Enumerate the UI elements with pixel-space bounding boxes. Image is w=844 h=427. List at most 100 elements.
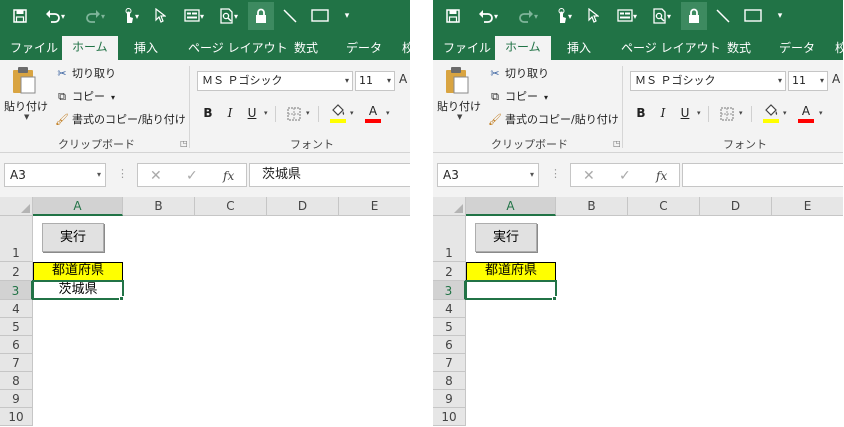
formula-bar-resize-handle[interactable]: ⋮ [550, 167, 561, 180]
copy-dropdown-icon[interactable]: ▾ [544, 93, 548, 102]
borders-button[interactable] [287, 106, 301, 125]
tab-insert[interactable]: 挿入 [134, 38, 158, 60]
insert-function-icon[interactable]: fx [656, 166, 667, 186]
line-icon[interactable] [280, 5, 300, 27]
select-all-button[interactable] [433, 197, 466, 216]
row-header-4[interactable]: 4 [0, 300, 33, 318]
row-header-6[interactable]: 6 [0, 336, 33, 354]
font-color-button[interactable]: A [365, 101, 381, 121]
cell-a3[interactable] [465, 280, 557, 300]
customize-icon[interactable]: ▾ [340, 5, 354, 27]
column-header-a[interactable]: A [33, 197, 123, 216]
row-header-5[interactable]: 5 [0, 318, 33, 336]
paste-dropdown-icon[interactable]: ▼ [457, 113, 462, 121]
column-header-c[interactable]: C [628, 197, 700, 216]
customize-icon[interactable]: ▾ [773, 5, 787, 27]
tab-review[interactable]: 校 [402, 38, 410, 60]
column-header-d[interactable]: D [267, 197, 339, 216]
select-objects-icon[interactable] [152, 5, 168, 27]
font-size-select[interactable]: 11 ▾ [355, 71, 395, 91]
copy-button[interactable]: ⧉ コピー ▾ [487, 88, 548, 106]
row-header-7[interactable]: 7 [433, 354, 466, 372]
row-header-2[interactable]: 2 [433, 262, 466, 281]
paste-button[interactable]: 貼り付け [4, 98, 48, 114]
row-header-10[interactable]: 10 [0, 408, 33, 426]
clipboard-launcher-icon[interactable]: ◳ [613, 139, 621, 148]
row-header-1[interactable]: 1 [0, 216, 33, 262]
column-header-c[interactable]: C [195, 197, 267, 216]
font-size-select[interactable]: 11 ▾ [788, 71, 828, 91]
row-header-9[interactable]: 9 [0, 390, 33, 408]
cut-button[interactable]: ✂ 切り取り [487, 65, 549, 83]
select-all-button[interactable] [0, 197, 33, 216]
column-header-e[interactable]: E [339, 197, 410, 216]
fill-color-dropdown-icon[interactable]: ▾ [350, 109, 354, 117]
tab-insert[interactable]: 挿入 [567, 38, 591, 60]
fill-handle[interactable] [552, 296, 557, 301]
font-color-dropdown-icon[interactable]: ▾ [819, 109, 823, 117]
name-box[interactable]: A3 ▾ [4, 163, 106, 187]
row-header-10[interactable]: 10 [433, 408, 466, 426]
row-header-9[interactable]: 9 [433, 390, 466, 408]
tab-page-layout[interactable]: ページ レイアウト [188, 38, 288, 60]
format-painter-button[interactable]: 🖌 書式のコピー/貼り付け [54, 111, 186, 129]
lock-icon[interactable] [681, 2, 707, 30]
copy-button[interactable]: ⧉ コピー ▾ [54, 88, 115, 106]
tab-home[interactable]: ホーム [62, 36, 118, 60]
insert-function-icon[interactable]: fx [223, 166, 234, 186]
underline-dropdown-icon[interactable]: ▾ [697, 109, 701, 117]
row-header-7[interactable]: 7 [0, 354, 33, 372]
touch-mode-icon[interactable]: ▾ [116, 5, 146, 27]
cell-a2[interactable]: 都道府県 [466, 262, 556, 281]
copy-dropdown-icon[interactable]: ▾ [111, 93, 115, 102]
tab-file[interactable]: ファイル [10, 38, 58, 60]
name-box-dropdown-icon[interactable]: ▾ [530, 164, 534, 186]
paste-icon[interactable] [445, 66, 469, 94]
fill-handle[interactable] [119, 296, 124, 301]
column-header-a[interactable]: A [466, 197, 556, 216]
worksheet-grid[interactable]: ABCDE 1 2 3 4 5 6 7 8 9 10 実行 都道府県 [433, 197, 843, 427]
font-color-button[interactable]: A [798, 101, 814, 121]
underline-button[interactable]: U [245, 103, 259, 123]
row-header-3[interactable]: 3 [0, 281, 33, 300]
cell-a2[interactable]: 都道府県 [33, 262, 123, 281]
formula-bar-resize-handle[interactable]: ⋮ [117, 167, 128, 180]
rectangle-icon[interactable] [743, 5, 763, 27]
row-header-4[interactable]: 4 [433, 300, 466, 318]
paste-dropdown-icon[interactable]: ▼ [24, 113, 29, 121]
tab-data[interactable]: データ [779, 38, 815, 60]
column-header-e[interactable]: E [772, 197, 843, 216]
form-icon[interactable]: ▾ [611, 5, 643, 27]
grow-font-button[interactable]: A [399, 72, 407, 86]
enter-icon[interactable]: ✓ [619, 166, 631, 186]
save-icon[interactable] [443, 5, 463, 27]
clipboard-launcher-icon[interactable]: ◳ [180, 139, 188, 148]
borders-button[interactable] [720, 106, 734, 125]
column-header-d[interactable]: D [700, 197, 772, 216]
row-header-5[interactable]: 5 [433, 318, 466, 336]
italic-button[interactable]: I [223, 103, 237, 123]
print-preview-icon[interactable]: ▾ [647, 5, 677, 27]
lock-icon[interactable] [248, 2, 274, 30]
line-icon[interactable] [713, 5, 733, 27]
undo-icon[interactable]: ▾ [40, 5, 70, 27]
paste-icon[interactable] [12, 66, 36, 94]
name-box-dropdown-icon[interactable]: ▾ [97, 164, 101, 186]
borders-dropdown-icon[interactable]: ▾ [739, 109, 743, 117]
row-header-2[interactable]: 2 [0, 262, 33, 281]
tab-file[interactable]: ファイル [443, 38, 491, 60]
row-header-3[interactable]: 3 [433, 281, 466, 300]
formula-input[interactable]: 茨城県 [249, 163, 410, 187]
row-header-6[interactable]: 6 [433, 336, 466, 354]
row-header-8[interactable]: 8 [433, 372, 466, 390]
italic-button[interactable]: I [656, 103, 670, 123]
font-name-select[interactable]: ＭＳ Ｐゴシック ▾ [630, 71, 786, 91]
fill-color-dropdown-icon[interactable]: ▾ [783, 109, 787, 117]
undo-icon[interactable]: ▾ [473, 5, 503, 27]
bold-button[interactable]: B [634, 103, 648, 123]
underline-button[interactable]: U [678, 103, 692, 123]
paste-button[interactable]: 貼り付け [437, 98, 481, 114]
format-painter-button[interactable]: 🖌 書式のコピー/貼り付け [487, 111, 619, 129]
tab-page-layout[interactable]: ページ レイアウト [621, 38, 721, 60]
touch-mode-icon[interactable]: ▾ [549, 5, 579, 27]
